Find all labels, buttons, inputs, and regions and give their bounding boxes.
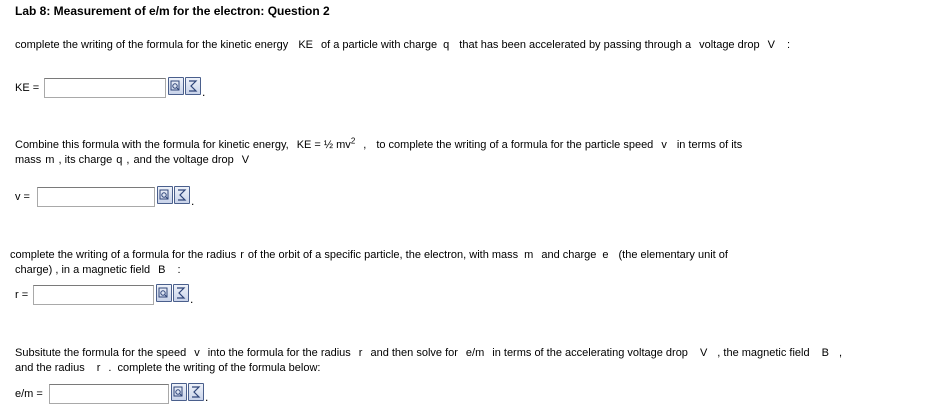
q2-text-3: in terms of its (676, 139, 743, 151)
q2-text-2: to complete the writing of a formula for… (376, 139, 654, 151)
q4-text-5: , the magnetic field (717, 347, 810, 359)
q2-var-q: q (116, 154, 123, 166)
equation-editor-icon[interactable] (173, 284, 189, 302)
q2-var-m: m (45, 154, 55, 166)
q4-var-v: v (194, 347, 200, 359)
q2-text-5: , its charge (58, 154, 113, 166)
em-label: e/m = (15, 388, 43, 400)
q4-text-9: complete the writing of the formula belo… (117, 362, 321, 374)
question-3-line-2: charge) , in a magnetic field B: (15, 264, 181, 276)
q4-var-r: r (358, 347, 363, 359)
q2-text-1: Combine this formula with the formula fo… (15, 139, 289, 151)
q2-comma: , (363, 139, 367, 151)
q2-text-4: mass (15, 154, 42, 166)
q3-text-5: charge) , in a magnetic field (15, 264, 151, 276)
q2-comma-2: , (126, 154, 130, 166)
q3-colon: : (177, 264, 181, 276)
ke-formula-input[interactable] (44, 78, 166, 98)
question-2-line-1: Combine this formula with the formula fo… (15, 136, 743, 151)
ke-label: KE = (15, 82, 40, 94)
q4-period-inline: . (108, 362, 112, 374)
q3-var-m: m (524, 249, 534, 261)
equation-editor-icon[interactable] (174, 186, 190, 204)
q2-text-7: and the voltage drop (133, 154, 234, 166)
q4-comma: , (838, 347, 843, 359)
formula-preview-icon[interactable] (171, 383, 187, 401)
v-formula-input[interactable] (37, 187, 155, 207)
equation-editor-icon[interactable] (188, 383, 204, 401)
q1-period: . (202, 85, 206, 99)
q3-text-3: and charge (541, 249, 597, 261)
q4-var-radius: r (96, 362, 101, 374)
q4-text-7: and the radius (15, 362, 85, 374)
q4-var-em: e/m (465, 347, 485, 359)
q3-text-2: of the orbit of a specific particle, the… (247, 249, 519, 261)
page-title: Lab 8: Measurement of e/m for the electr… (15, 4, 330, 18)
q1-text-4: voltage drop (699, 39, 760, 51)
q4-text-4: in terms of the accelerating voltage dro… (492, 347, 688, 359)
q2-var-voltage: V (241, 154, 250, 166)
q1-text-1: complete the writing of the formula for … (15, 39, 289, 51)
q2-ke-formula: KE = ½ mv (296, 139, 351, 151)
q1-var-v: V (767, 39, 775, 51)
q4-text-2: into the formula for the radius (207, 347, 351, 359)
question-2-line-2: mass m, its charge q, and the voltage drop V (15, 154, 253, 166)
q2-exponent: 2 (350, 136, 356, 146)
q3-text-4: (the elementary unit of (618, 249, 728, 261)
q4-var-voltage: V (699, 347, 708, 359)
q2-period: . (191, 194, 195, 208)
q2-var-v: v (661, 139, 667, 151)
r-formula-input[interactable] (33, 285, 154, 305)
q1-colon: : (786, 39, 791, 51)
question-1-text: complete the writing of the formula for … (15, 39, 790, 51)
q1-text-2: of a particle with charge (321, 39, 438, 51)
q1-var-ke: KE (298, 39, 313, 51)
q4-period: . (205, 390, 209, 404)
q4-text-1: Subsitute the formula for the speed (15, 347, 187, 359)
q3-var-b: B (158, 264, 166, 276)
em-formula-input[interactable] (49, 384, 169, 404)
formula-preview-icon[interactable] (157, 186, 173, 204)
q3-period: . (190, 292, 194, 306)
q1-text-3: that has been accelerated by passing thr… (459, 39, 692, 51)
equation-editor-icon[interactable] (185, 77, 201, 95)
q4-var-b: B (821, 347, 829, 359)
formula-preview-icon[interactable] (168, 77, 184, 95)
q3-text-1: complete the writing of a formula for th… (10, 249, 237, 261)
v-label: v = (15, 191, 30, 203)
q3-var-e: e (602, 249, 609, 261)
question-4-line-2: and the radius r. complete the writing of … (15, 362, 320, 374)
q1-var-q: q (443, 39, 450, 51)
question-3-line-1: complete the writing of a formula for th… (10, 249, 728, 261)
question-4-line-1: Subsitute the formula for the speed v into… (15, 347, 842, 359)
q4-text-3: and then solve for (370, 347, 458, 359)
q3-var-r: r (240, 249, 244, 261)
formula-preview-icon[interactable] (156, 284, 172, 302)
r-label: r = (15, 289, 29, 301)
